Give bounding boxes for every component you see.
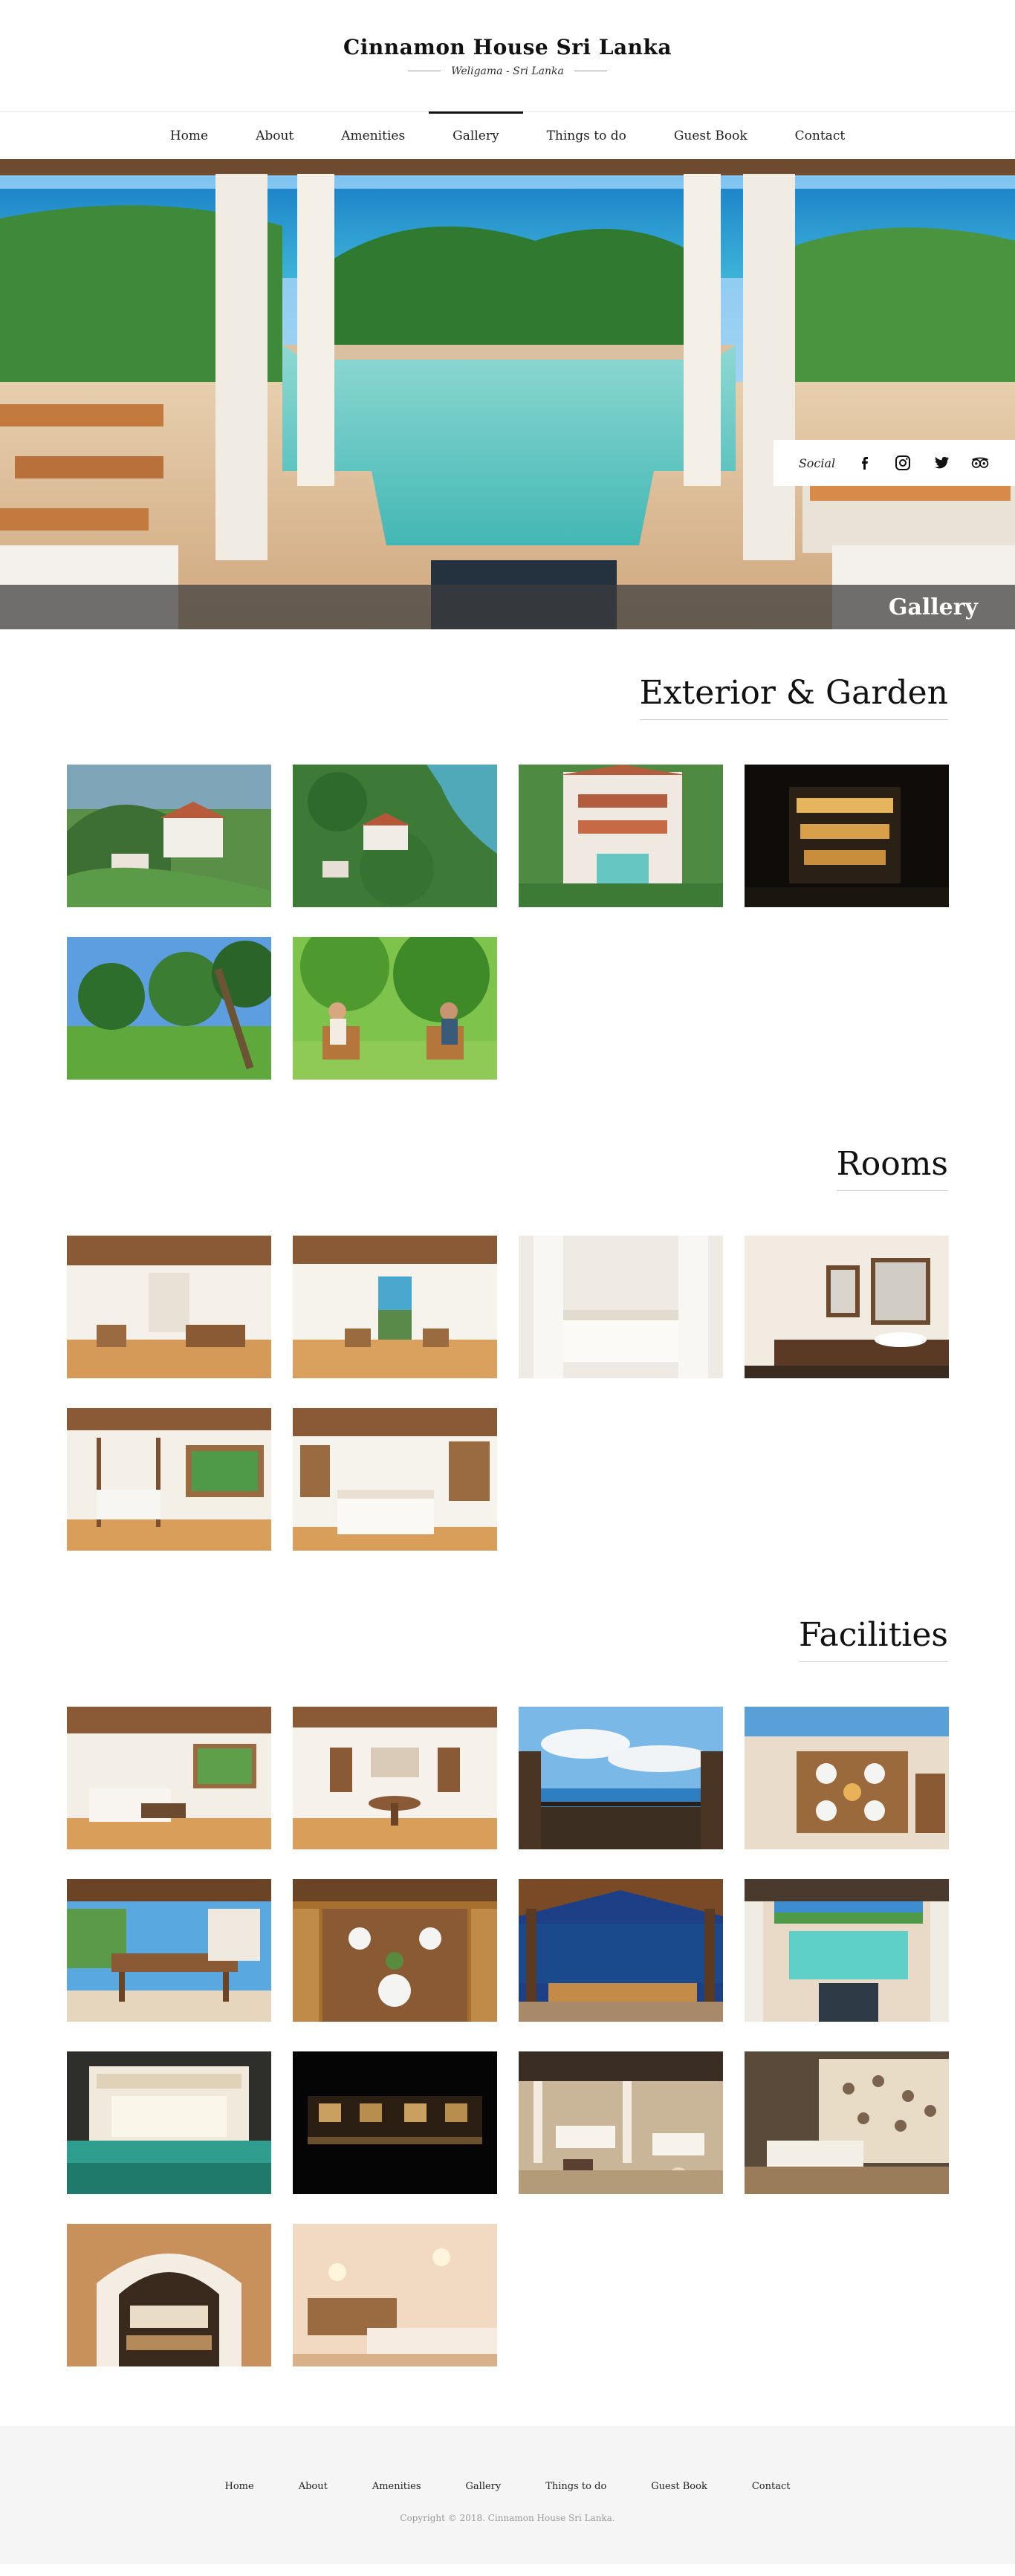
site-subtitle: Weligama - Sri Lanka [451,65,564,77]
gallery-thumb-white-canopy-bed[interactable] [519,1236,723,1378]
hero-banner-title: Gallery [888,594,978,620]
footer-copyright: Copyright © 2018. Cinnamon House Sri Lan… [400,2513,615,2523]
footer-nav-gallery[interactable]: Gallery [444,2481,524,2492]
gallery-thumb-illuminated-pool-pavilion[interactable] [67,2051,271,2194]
nav-item-guest-book[interactable]: Guest Book [650,112,771,159]
gallery-grid-facilities [67,1707,949,2366]
section-title-rooms: Rooms [836,1145,948,1191]
gallery-thumb-villa-on-cliff-aerial[interactable] [67,765,271,907]
footer-nav: Home About Amenities Gallery Things to d… [203,2481,813,2492]
site-header: Cinnamon House Sri Lanka Weligama - Sri … [0,0,1015,111]
gallery-thumb-couple-seated-in-garden[interactable] [293,937,497,1080]
nav-item-contact[interactable]: Contact [771,112,869,159]
section-head: Exterior & Garden [67,674,948,720]
gallery-thumb-bathroom-double-vanity[interactable] [745,1236,949,1378]
gallery-thumb-villa-lit-at-night[interactable] [745,765,949,907]
gallery-thumb-villa-in-forest-aerial[interactable] [293,765,497,907]
instagram-icon[interactable] [893,453,912,473]
gallery-thumb-pool-terrace[interactable] [745,1879,949,2022]
gallery-thumb-arched-doorway-view[interactable] [67,2224,271,2366]
gallery-thumb-dining-corner[interactable] [293,1707,497,1849]
section-rooms: Rooms [0,1145,1015,1551]
section-title-exterior-garden: Exterior & Garden [639,674,948,720]
footer-nav-things-to-do[interactable]: Things to do [523,2481,629,2492]
gallery-thumb-sea-view-terrace[interactable] [519,1707,723,1849]
gallery-thumb-table-set-on-terrace[interactable] [745,1707,949,1849]
nav-item-about[interactable]: About [232,112,317,159]
gallery-thumb-patterned-light-wall[interactable] [745,2051,949,2194]
section-head: Rooms [67,1145,948,1191]
social-label: Social [798,455,836,470]
site-subtitle-row: Weligama - Sri Lanka [408,65,607,77]
gallery-thumb-pavilion-dining-at-dusk[interactable] [519,1879,723,2022]
gallery-thumb-garden-with-palm-trees[interactable] [67,937,271,1080]
footer-nav-home[interactable]: Home [203,2481,276,2492]
facebook-icon[interactable] [855,453,874,473]
hero-image [0,159,1015,629]
footer-nav-about[interactable]: About [276,2481,350,2492]
footer-nav-amenities[interactable]: Amenities [350,2481,444,2492]
gallery-grid-rooms [67,1236,949,1551]
hero: Social Gallery [0,159,1015,629]
nav-item-amenities[interactable]: Amenities [317,112,429,159]
site-title[interactable]: Cinnamon House Sri Lanka [343,35,672,59]
nav-item-gallery[interactable]: Gallery [429,111,523,159]
nav-item-things-to-do[interactable]: Things to do [523,112,650,159]
gallery-thumb-night-view-of-house[interactable] [293,2051,497,2194]
gallery-thumb-bedroom-with-wood-beams[interactable] [293,1408,497,1551]
gallery-thumb-outdoor-dining-table[interactable] [67,1879,271,2022]
hero-banner: Gallery [0,585,1015,629]
footer-nav-guest-book[interactable]: Guest Book [629,2481,730,2492]
social-links: Social [774,440,1015,486]
section-exterior-garden: Exterior & Garden [0,674,1015,1080]
gallery-thumb-villa-with-pool-aerial[interactable] [519,765,723,907]
gallery-thumb-living-room[interactable] [67,1707,271,1849]
footer-nav-contact[interactable]: Contact [730,2481,813,2492]
gallery-thumb-bedroom-with-sea-view[interactable] [293,1236,497,1378]
gallery-thumb-dinner-table-setting[interactable] [293,1879,497,2022]
gallery-thumb-four-poster-bed-room[interactable] [67,1408,271,1551]
section-facilities: Facilities [0,1616,1015,2366]
main-nav: Home About Amenities Gallery Things to d… [0,111,1015,159]
section-title-facilities: Facilities [798,1616,948,1662]
tripadvisor-icon[interactable] [970,453,990,473]
nav-item-home[interactable]: Home [146,112,232,159]
section-head: Facilities [67,1616,948,1662]
gallery-thumb-bedroom-with-ceiling-fan[interactable] [67,1236,271,1378]
twitter-icon[interactable] [932,453,951,473]
gallery-grid-exterior-garden [67,765,949,1080]
site-footer: Home About Amenities Gallery Things to d… [0,2426,1015,2564]
gallery-thumb-lounge-with-lanterns[interactable] [519,2051,723,2194]
gallery-thumb-massage-room[interactable] [293,2224,497,2366]
